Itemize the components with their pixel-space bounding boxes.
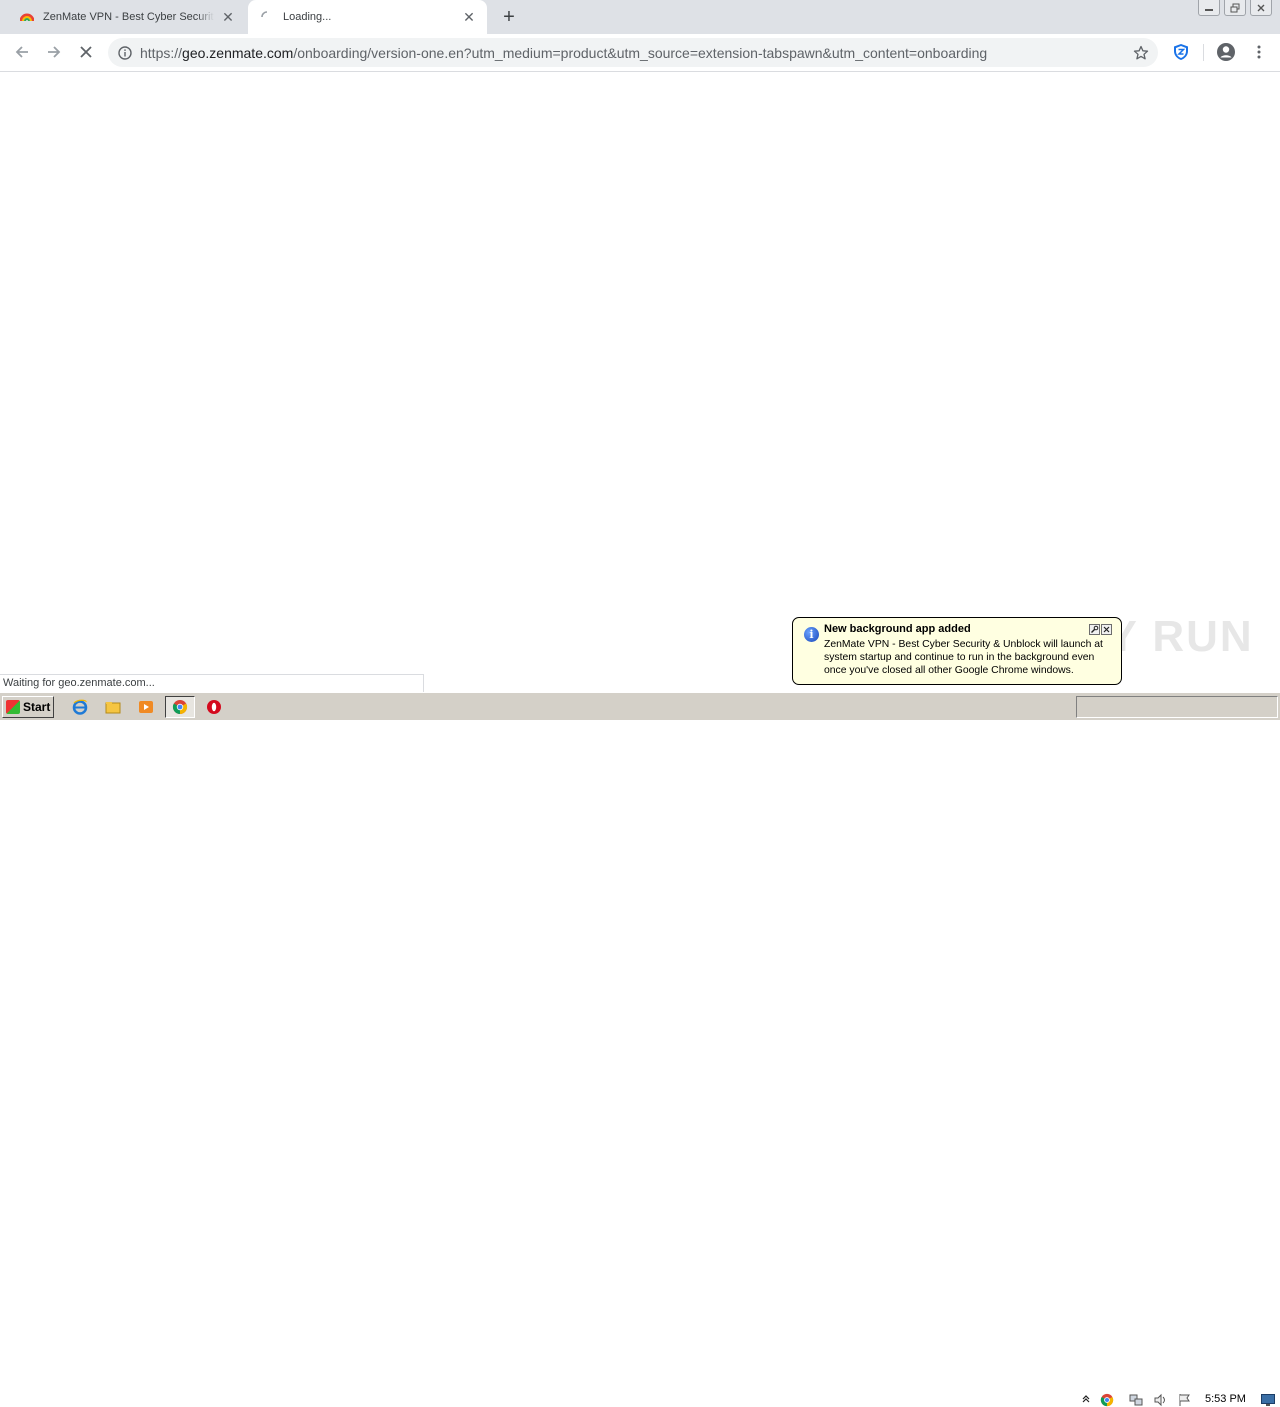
file-explorer-icon[interactable] (104, 698, 122, 716)
restore-icon (1230, 3, 1240, 12)
chevron-up-icon (1082, 1395, 1090, 1403)
stop-icon (80, 46, 92, 58)
address-bar[interactable]: https://geo.zenmate.com/onboarding/versi… (108, 38, 1158, 67)
system-tray (1076, 696, 1278, 718)
notification-title: New background app added (824, 623, 971, 635)
close-icon[interactable]: ✕ (220, 9, 236, 25)
start-label: Start (23, 700, 51, 714)
minimize-icon (1205, 8, 1213, 11)
chrome-icon[interactable] (171, 698, 189, 716)
browser-toolbar: https://geo.zenmate.com/onboarding/versi… (0, 34, 1280, 72)
close-window-button[interactable] (1250, 0, 1272, 16)
close-icon (1103, 626, 1110, 633)
close-icon (1257, 4, 1265, 11)
close-icon[interactable]: ✕ (461, 9, 477, 25)
opera-icon[interactable] (205, 698, 223, 716)
menu-button[interactable] (1247, 40, 1271, 64)
stop-button[interactable] (74, 40, 98, 64)
bookmark-star-icon[interactable] (1130, 42, 1152, 64)
profile-button[interactable] (1214, 40, 1238, 64)
show-desktop-icon[interactable] (1261, 1393, 1275, 1407)
shield-icon (1174, 44, 1188, 60)
window-controls (1194, 0, 1272, 16)
url-host: geo.zenmate.com (182, 44, 294, 61)
zenmate-favicon-icon (20, 10, 34, 24)
restore-button[interactable] (1224, 0, 1246, 16)
url-scheme: https:// (140, 44, 183, 61)
tab-loading[interactable]: Loading... ✕ (248, 0, 487, 34)
minimize-button[interactable] (1198, 0, 1220, 16)
page-content (0, 72, 1280, 692)
start-button[interactable]: Start (2, 696, 54, 718)
volume-icon[interactable] (1153, 1393, 1167, 1407)
action-center-flag-icon[interactable] (1178, 1393, 1192, 1407)
status-bubble: Waiting for geo.zenmate.com... (0, 674, 424, 692)
url-path: /onboarding/version-one.en?utm_medium=pr… (293, 44, 988, 61)
windows-logo-icon (6, 700, 20, 714)
zenmate-extension-button[interactable] (1169, 40, 1193, 64)
chrome-tray-icon[interactable] (1100, 1393, 1114, 1407)
url-text[interactable]: https://geo.zenmate.com/onboarding/versi… (140, 45, 1130, 61)
close-balloon-button[interactable] (1101, 624, 1112, 635)
show-hidden-icons-button[interactable] (1079, 1392, 1093, 1406)
back-button[interactable] (10, 40, 34, 64)
loading-spinner-icon (260, 10, 274, 24)
network-icon[interactable] (1129, 1393, 1143, 1407)
info-icon: i (804, 627, 819, 642)
media-player-icon[interactable] (137, 698, 155, 716)
notification-balloon[interactable]: i New background app added ZenMate VPN -… (792, 617, 1122, 685)
arrow-left-icon (15, 46, 28, 58)
tab-title: ZenMate VPN - Best Cyber Security & Unbl… (43, 11, 214, 23)
taskbar-clock[interactable]: 5:53 PM (1205, 1393, 1246, 1405)
toolbar-divider (1203, 44, 1204, 61)
taskbar: Start 5:53 PM (0, 692, 1280, 1407)
arrow-right-icon (48, 46, 61, 58)
tab-title: Loading... (283, 11, 332, 23)
forward-button[interactable] (42, 40, 66, 64)
options-button[interactable] (1089, 624, 1100, 635)
internet-explorer-icon[interactable] (71, 698, 89, 716)
account-icon (1217, 43, 1235, 61)
new-tab-button[interactable]: + (499, 6, 519, 28)
tab-strip: ZenMate VPN - Best Cyber Security & Unbl… (0, 0, 1280, 34)
more-vertical-icon (1257, 45, 1261, 59)
info-icon[interactable] (118, 45, 132, 60)
tab-zenmate[interactable]: ZenMate VPN - Best Cyber Security & Unbl… (0, 0, 246, 34)
wrench-icon (1091, 625, 1099, 633)
notification-body: ZenMate VPN - Best Cyber Security & Unbl… (824, 639, 1103, 676)
